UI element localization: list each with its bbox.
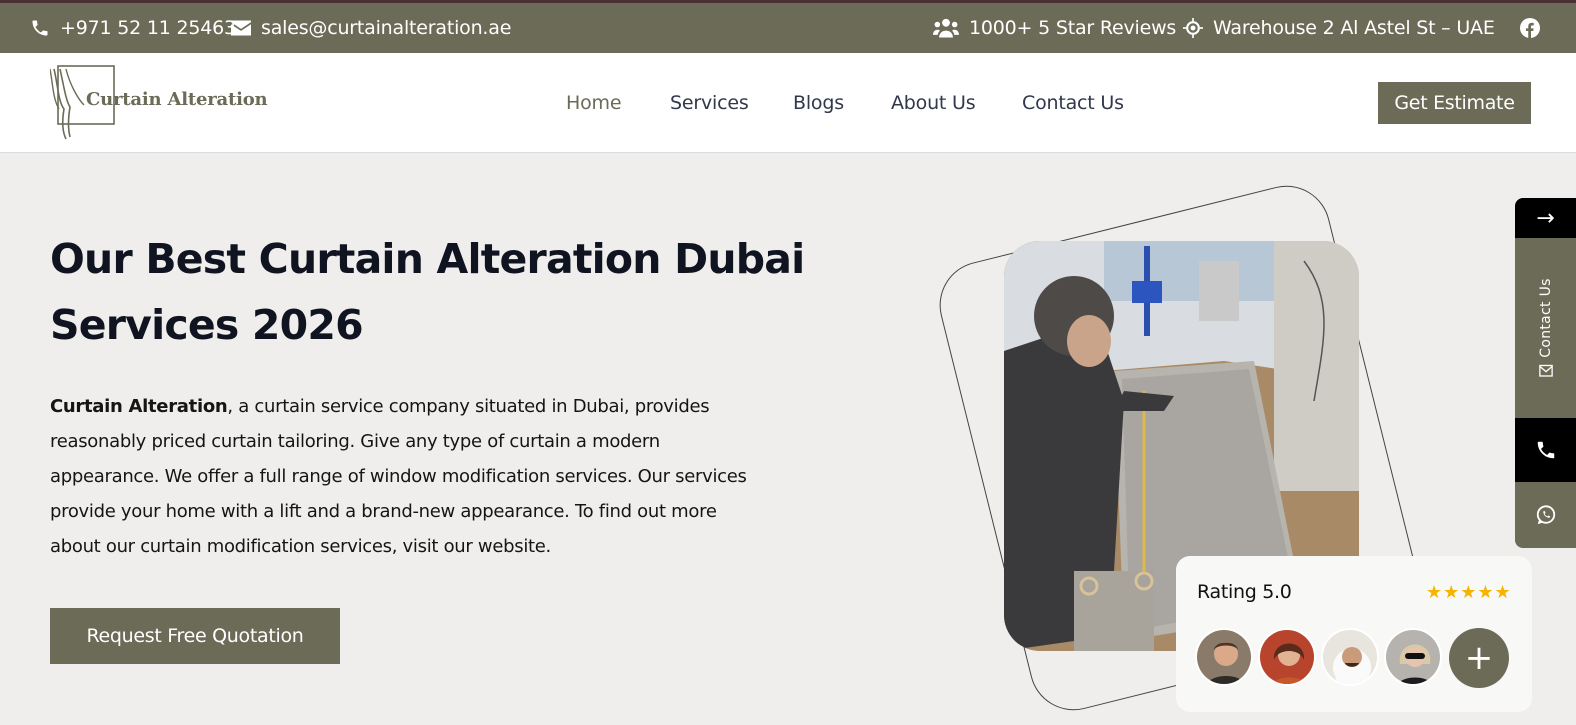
side-contact-label: Contact Us [1537,278,1554,358]
hero-description-text: , a curtain service company situated in … [50,396,747,557]
mail-outline-icon [1538,364,1553,377]
location-text: Warehouse 2 Al Astel St – UAE [1213,17,1495,39]
request-quotation-button[interactable]: Request Free Quotation [50,608,340,664]
nav-blogs[interactable]: Blogs [793,53,844,153]
site-logo[interactable]: Curtain Alteration [50,65,268,141]
customer-avatar [1258,628,1316,686]
top-info-bar: +971 52 11 25463 sales@curtainalteration… [0,0,1576,53]
location-pin-icon [1183,18,1203,38]
customer-avatar [1384,628,1442,686]
users-icon [933,18,959,38]
nav-about-us[interactable]: About Us [891,53,976,153]
phone-contact[interactable]: +971 52 11 25463 [30,3,236,53]
phone-icon [1537,441,1554,459]
customer-avatar [1321,628,1379,686]
rating-card: Rating 5.0 ★★★★★ + [1176,556,1532,712]
hero-description-bold: Curtain Alteration [50,396,228,417]
location-info[interactable]: Warehouse 2 Al Astel St – UAE [1183,3,1495,53]
collapse-arrow-button[interactable]: → [1515,198,1576,238]
side-phone-button[interactable] [1515,418,1576,482]
rating-label: Rating 5.0 [1197,581,1292,603]
logo-text: Curtain Alteration [86,89,268,110]
customer-avatar [1195,628,1253,686]
nav-contact-us[interactable]: Contact Us [1022,53,1124,153]
whatsapp-icon [1536,505,1555,525]
hero-description: Curtain Alteration, a curtain service co… [50,389,770,564]
reviews-text: 1000+ 5 Star Reviews [969,17,1177,39]
reviews-info: 1000+ 5 Star Reviews [933,3,1176,53]
get-estimate-button[interactable]: Get Estimate [1378,82,1531,124]
nav-services[interactable]: Services [670,53,749,153]
nav-home[interactable]: Home [566,53,622,153]
mail-icon [231,20,251,36]
five-star-rating-icon: ★★★★★ [1426,582,1512,603]
side-whatsapp-button[interactable] [1515,482,1576,548]
hero-title: Our Best Curtain Alteration Dubai Servic… [50,235,805,349]
facebook-icon [1520,18,1540,38]
side-contact-tab[interactable]: Contact Us [1515,238,1576,418]
facebook-link[interactable] [1520,3,1550,53]
phone-icon [32,20,48,36]
phone-number: +971 52 11 25463 [60,17,236,39]
email-address: sales@curtainalteration.ae [261,17,512,39]
more-reviews-button[interactable]: + [1449,628,1509,688]
email-contact[interactable]: sales@curtainalteration.ae [231,3,511,53]
main-navigation: Curtain Alteration Home Services Blogs A… [0,53,1576,153]
